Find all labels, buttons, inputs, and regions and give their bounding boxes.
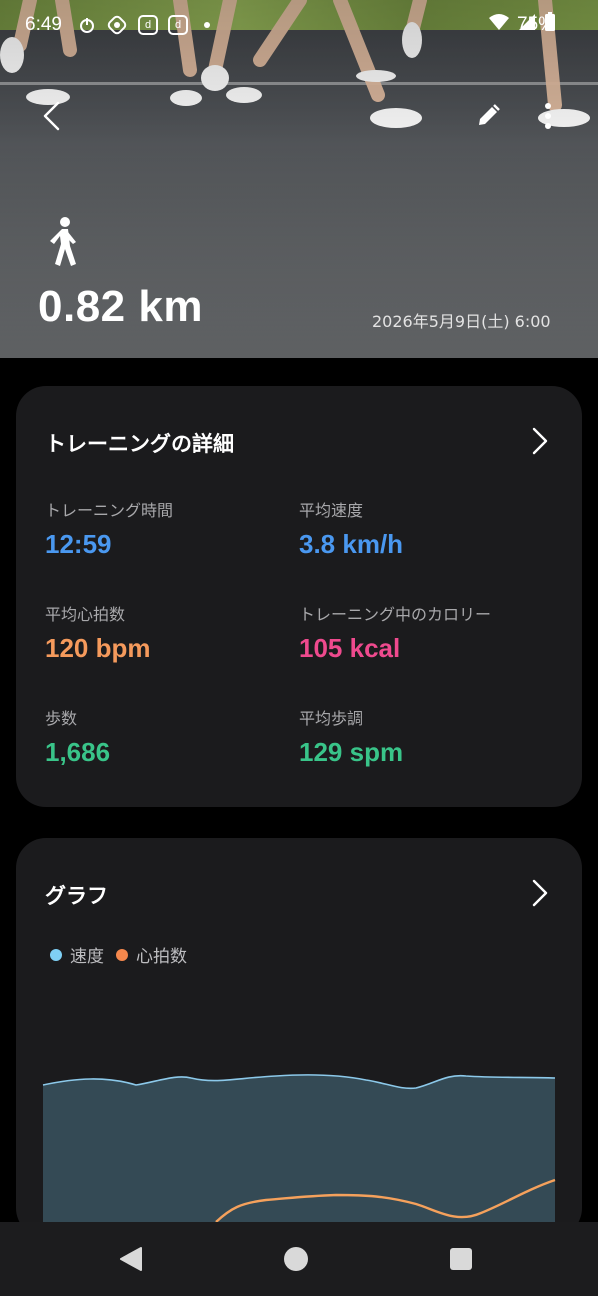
graph-title: グラフ — [45, 884, 108, 908]
system-navigation-bar — [0, 1222, 598, 1296]
metric-average-cadence: 平均歩調 129 spm — [299, 705, 549, 768]
more-notifications-dot — [204, 22, 210, 28]
metric-steps: 歩数 1,686 — [45, 705, 295, 768]
nav-recents-button[interactable] — [446, 1244, 476, 1274]
sync-icon — [107, 15, 127, 35]
more-options-button[interactable] — [526, 94, 570, 138]
metric-value: 120 bpm — [45, 633, 151, 663]
metric-label: 平均心拍数 — [45, 605, 126, 624]
chevron-right-icon[interactable] — [524, 426, 554, 456]
metric-value: 12:59 — [45, 529, 112, 559]
training-details-card[interactable]: トレーニングの詳細 トレーニング時間 12:59 平均速度 3.8 km/h 平… — [16, 386, 582, 807]
notification-icons: d d — [78, 14, 210, 36]
chevron-right-icon[interactable] — [524, 878, 554, 908]
back-button[interactable] — [30, 94, 74, 138]
metric-value: 1,686 — [45, 737, 111, 767]
legend-dot — [116, 948, 128, 961]
status-bar: 6:49 d d 75% — [0, 0, 598, 50]
d-app-icon: d — [138, 15, 158, 35]
back-arrow-icon — [43, 101, 60, 131]
edit-button[interactable] — [466, 94, 510, 138]
metric-value: 105 kcal — [299, 633, 401, 663]
metric-label: 平均歩調 — [299, 709, 364, 728]
wifi-icon — [489, 14, 509, 30]
workout-datetime: 2026年5月9日(土) 6:00 — [372, 312, 551, 331]
graph-card[interactable]: グラフ 速度 心拍数 — [16, 838, 582, 1238]
metric-label: 平均速度 — [299, 501, 364, 520]
battery-percent: 75% — [517, 14, 556, 35]
legend-label: 速度 — [70, 947, 104, 967]
distance-value: 0.82 km — [38, 282, 203, 331]
training-details-title: トレーニングの詳細 — [45, 432, 234, 456]
metric-training-time: トレーニング時間 12:59 — [45, 497, 295, 560]
pencil-icon — [479, 104, 500, 125]
legend-label: 心拍数 — [136, 947, 187, 967]
more-vertical-icon — [545, 103, 551, 129]
nav-home-button[interactable] — [281, 1244, 311, 1274]
metric-average-speed: 平均速度 3.8 km/h — [299, 497, 549, 560]
metric-label: 歩数 — [45, 709, 78, 728]
legend-item-speed: 速度 — [50, 942, 104, 967]
power-icon — [80, 18, 94, 33]
metric-label: トレーニング中のカロリー — [299, 605, 492, 624]
triangle-back-icon — [120, 1247, 142, 1271]
circle-home-icon — [284, 1247, 308, 1271]
status-time: 6:49 — [25, 14, 62, 35]
legend-dot — [50, 948, 62, 961]
metric-label: トレーニング時間 — [45, 501, 174, 520]
legend-item-heart-rate: 心拍数 — [116, 942, 187, 967]
walking-icon — [50, 217, 76, 266]
metric-calories: トレーニング中のカロリー 105 kcal — [299, 601, 549, 664]
square-recents-icon — [450, 1248, 472, 1270]
metric-average-heart-rate: 平均心拍数 120 bpm — [45, 601, 295, 664]
hero-image: 6:49 d d 75% 0.82 km 2026年5月9日(土) 6:00 — [0, 0, 598, 358]
nav-back-button[interactable] — [116, 1244, 146, 1274]
metric-value: 129 spm — [299, 737, 404, 767]
d-app-icon: d — [168, 15, 188, 35]
chart-legend: 速度 心拍数 — [50, 942, 191, 967]
metric-value: 3.8 km/h — [299, 529, 404, 559]
